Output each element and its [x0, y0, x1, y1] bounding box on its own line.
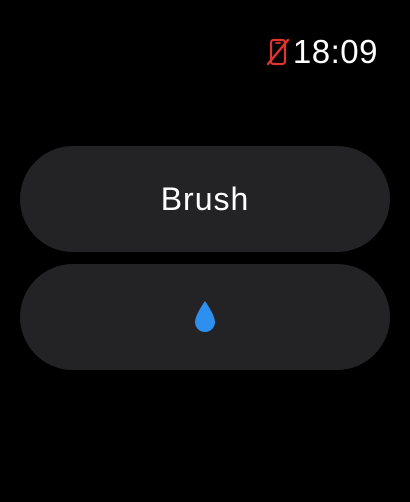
water-drop-icon: [193, 300, 217, 334]
water-button[interactable]: [20, 264, 390, 370]
brush-button[interactable]: Brush: [20, 146, 390, 252]
brush-button-label: Brush: [160, 180, 250, 217]
phone-disconnected-icon: [265, 35, 291, 69]
status-bar: 18:09: [265, 32, 378, 72]
clock-time: 18:09: [292, 33, 378, 70]
